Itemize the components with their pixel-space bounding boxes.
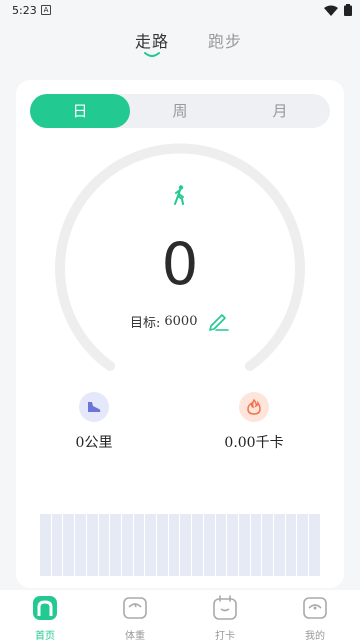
- chart-bar: [75, 514, 86, 576]
- nav-weight[interactable]: 体重: [105, 594, 165, 640]
- calories-value: 0.00千卡: [224, 435, 284, 451]
- chart-bar: [203, 514, 215, 576]
- goal-value: 6000: [164, 313, 198, 329]
- tab-month[interactable]: 月: [230, 94, 330, 128]
- chart-bar: [121, 514, 133, 576]
- flame-icon: [239, 392, 269, 422]
- walking-person-icon: [174, 185, 184, 205]
- chart-bar: [309, 514, 320, 576]
- chart-bar: [180, 514, 192, 576]
- chart-bar: [297, 514, 309, 576]
- tab-week[interactable]: 周: [130, 94, 230, 128]
- tab-walk[interactable]: 走路: [135, 28, 169, 52]
- calories-metric: 0.00千卡: [204, 392, 304, 452]
- chart-bar: [98, 514, 110, 576]
- notification-a-icon: A: [41, 5, 51, 15]
- chart-bar: [133, 514, 145, 576]
- chart-bar: [86, 514, 98, 576]
- chart-bar: [238, 514, 250, 576]
- tab-day[interactable]: 日: [30, 94, 130, 128]
- calendar-icon: [213, 595, 237, 620]
- wifi-icon: [324, 5, 338, 16]
- chart-bar: [145, 514, 157, 576]
- distance-metric: 0公里: [44, 392, 144, 452]
- tab-run[interactable]: 跑步: [208, 28, 242, 52]
- chart-bar: [227, 514, 238, 576]
- scale-icon: [123, 597, 147, 619]
- nav-mine-label: 我的: [305, 631, 325, 640]
- chart-bar: [250, 514, 262, 576]
- battery-icon: [344, 4, 352, 16]
- chart-bar: [192, 514, 203, 576]
- chart-bar: [40, 514, 51, 576]
- nav-home[interactable]: 首页: [15, 594, 75, 640]
- bottom-nav: 首页 体重 打卡 我的: [0, 590, 360, 640]
- chart-bar: [168, 514, 180, 576]
- profile-icon: [303, 597, 327, 619]
- chart-bar: [285, 514, 297, 576]
- chart-bar: [262, 514, 274, 576]
- hourly-steps-chart: [40, 514, 320, 576]
- status-bar: 5:23 A: [0, 0, 360, 22]
- step-count: 0: [161, 230, 199, 298]
- goal-row: 目标: 6000: [130, 311, 230, 331]
- steps-card: 日 周 月 0 目标: 6000 0公里 0.00千卡: [16, 80, 344, 588]
- nav-checkin-label: 打卡: [215, 631, 235, 640]
- chart-bar: [51, 514, 63, 576]
- nav-mine[interactable]: 我的: [285, 594, 345, 640]
- distance-value: 0公里: [75, 435, 113, 451]
- nav-weight-label: 体重: [125, 631, 145, 640]
- shoe-icon: [79, 392, 109, 422]
- period-switch: 日 周 月: [30, 94, 330, 128]
- chart-bar: [63, 514, 75, 576]
- chart-bar: [157, 514, 168, 576]
- status-icons: [324, 4, 352, 16]
- activity-type-tabs: 走路 跑步: [0, 22, 360, 66]
- chart-bar: [110, 514, 121, 576]
- status-time: 5:23: [12, 4, 37, 17]
- chart-bar: [215, 514, 227, 576]
- home-icon: [33, 596, 57, 620]
- goal-label: 目标:: [130, 315, 161, 331]
- active-tab-indicator: [144, 52, 160, 57]
- nav-checkin[interactable]: 打卡: [195, 594, 255, 640]
- chart-bar: [274, 514, 285, 576]
- nav-home-label: 首页: [35, 631, 55, 640]
- pencil-icon[interactable]: [207, 311, 230, 331]
